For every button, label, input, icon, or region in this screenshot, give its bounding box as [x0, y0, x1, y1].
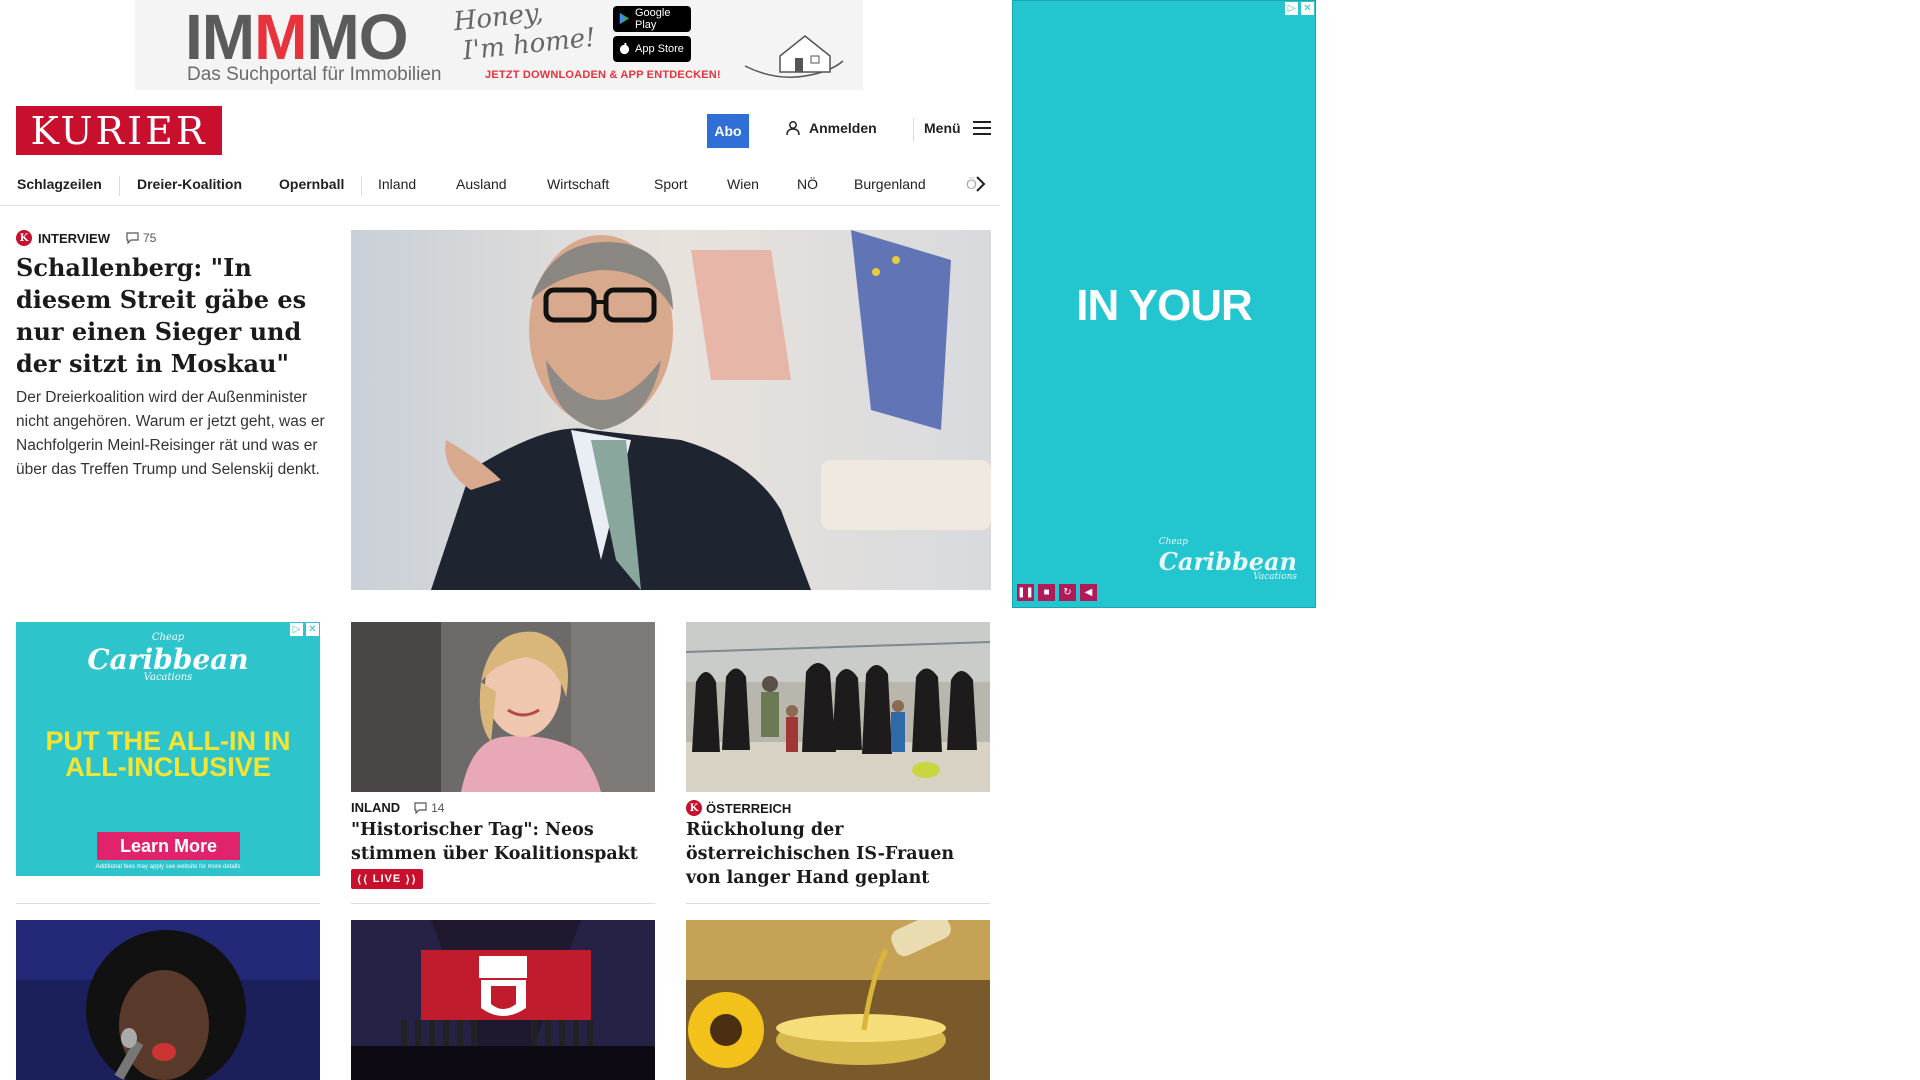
- ad-logo-part: MO: [306, 1, 408, 73]
- nav-item-inland[interactable]: Inland: [378, 166, 416, 206]
- card-image-singer[interactable]: [16, 920, 320, 1080]
- ad-headline-line: ALL-INCLUSIVE: [65, 752, 271, 782]
- pause-icon[interactable]: ❚❚: [1017, 584, 1034, 601]
- portrait-photo: [351, 230, 991, 590]
- card-meta: K ÖSTERREICH: [686, 800, 791, 816]
- abo-button[interactable]: Abo: [707, 114, 749, 148]
- live-badge: ⟨⟨ LIVE ⟩⟩: [351, 869, 423, 889]
- oil-photo: [686, 920, 990, 1080]
- ad-cta[interactable]: JETZT DOWNLOADEN & APP ENTDECKEN!: [485, 69, 721, 81]
- chevron-right-icon[interactable]: [972, 174, 988, 194]
- ad-script-text: Honey, I'm home!: [452, 0, 597, 67]
- nav-item-noe[interactable]: NÖ: [797, 166, 818, 206]
- nav-divider: [361, 176, 362, 196]
- top-banner-ad[interactable]: IMMMO Das Suchportal für Immobilien Hone…: [135, 0, 863, 90]
- hero-image[interactable]: [351, 230, 991, 590]
- ad-brand-sub: Vacations: [143, 672, 193, 683]
- card-image-villach[interactable]: [351, 920, 655, 1080]
- hero-comment-count[interactable]: 75: [126, 231, 156, 245]
- card-comment-count[interactable]: 14: [414, 801, 444, 815]
- learn-more-button[interactable]: Learn More: [97, 832, 240, 860]
- close-icon[interactable]: ✕: [1300, 1, 1315, 16]
- apple-icon: [619, 42, 630, 55]
- nav-item-sport[interactable]: Sport: [654, 166, 687, 206]
- app-store-badge[interactable]: App Store: [613, 36, 691, 62]
- card-divider: [686, 903, 990, 904]
- nav-item-wien[interactable]: Wien: [727, 166, 759, 206]
- section-nav: Schlagzeilen Dreier-Koalition Opernball …: [0, 166, 1000, 206]
- stage-photo: [351, 920, 655, 1080]
- politician-photo: [351, 622, 655, 792]
- side-ad-brand: Cheap Caribbean Vacations: [1159, 537, 1297, 582]
- live-label: LIVE: [372, 873, 402, 885]
- site-header: KURIER Abo Anmelden Menü: [0, 100, 1000, 160]
- card-category[interactable]: ÖSTERREICH: [706, 801, 791, 816]
- hero-meta: K INTERVIEW 75: [16, 230, 156, 246]
- nav-item-schlagzeilen[interactable]: Schlagzeilen: [17, 166, 102, 206]
- singer-photo: [16, 920, 320, 1080]
- ad-headline: PUT THE ALL-IN IN ALL-INCLUSIVE: [16, 726, 320, 782]
- replay-icon[interactable]: ↻: [1059, 584, 1076, 601]
- stop-icon[interactable]: ■: [1038, 584, 1055, 601]
- app-store-label: App Store: [635, 43, 684, 55]
- card-divider: [16, 903, 320, 904]
- ad-brand-top: Cheap: [1158, 537, 1188, 547]
- kurier-plus-badge: K: [16, 230, 32, 246]
- google-play-icon: [619, 12, 630, 25]
- nav-item-dreier-koalition[interactable]: Dreier-Koalition: [137, 166, 242, 206]
- card-category[interactable]: INLAND: [351, 800, 400, 815]
- login-button[interactable]: Anmelden: [785, 120, 877, 136]
- nav-item-ausland[interactable]: Ausland: [456, 166, 507, 206]
- comment-count: 14: [431, 800, 445, 815]
- hand-house-icon: [744, 35, 844, 78]
- side-ad[interactable]: ▷ ✕ IN YOUR Cheap Caribbean Vacations ❚❚…: [1012, 0, 1316, 608]
- nav-item-burgenland[interactable]: Burgenland: [854, 166, 926, 206]
- hero-category[interactable]: INTERVIEW: [38, 231, 110, 246]
- comment-icon: [126, 232, 139, 244]
- user-icon: [786, 121, 800, 136]
- ad-brand-top: Cheap: [151, 632, 185, 643]
- ad-brand: Cheap Caribbean Vacations: [16, 632, 320, 683]
- nav-item-wirtschaft[interactable]: Wirtschaft: [547, 166, 609, 206]
- card-divider: [351, 903, 655, 904]
- card-image-neos[interactable]: [351, 622, 655, 792]
- adchoices-icon[interactable]: ▷: [1284, 1, 1299, 16]
- ad-logo-accent: M: [254, 1, 307, 73]
- camp-photo: [686, 622, 990, 792]
- ad-fineprint: Additional fees may apply see website fo…: [95, 864, 241, 870]
- login-label: Anmelden: [809, 120, 877, 136]
- kurier-plus-badge: K: [686, 800, 702, 816]
- kurier-logo[interactable]: KURIER: [16, 106, 222, 155]
- card-image-is-frauen[interactable]: [686, 622, 990, 792]
- card-meta: INLAND 14: [351, 800, 444, 815]
- side-ad-headline: IN YOUR: [1076, 281, 1253, 330]
- header-divider: [913, 118, 914, 142]
- ad-tagline: Das Suchportal für Immobilien: [187, 64, 442, 85]
- menu-button[interactable]: Menü: [924, 120, 991, 136]
- comment-icon: [414, 801, 427, 814]
- hamburger-icon: [972, 121, 991, 135]
- hero-teaser: Der Dreierkoalition wird der Außenminist…: [16, 389, 325, 478]
- card-image-oil[interactable]: [686, 920, 990, 1080]
- comment-count: 75: [143, 231, 157, 245]
- adchoices[interactable]: ▷ ✕: [1284, 1, 1315, 16]
- volume-icon[interactable]: ◀: [1080, 584, 1097, 601]
- menu-label: Menü: [924, 120, 961, 136]
- ad-logo: IMMMO: [185, 1, 409, 73]
- ad-logo-part: IM: [185, 1, 255, 73]
- card-headline[interactable]: Rückholung der österreichischen IS-Fraue…: [686, 818, 990, 890]
- nav-divider: [119, 176, 120, 196]
- google-play-badge[interactable]: Google Play: [613, 6, 691, 32]
- nav-item-opernball[interactable]: Opernball: [279, 166, 344, 206]
- google-play-label: Google Play: [635, 7, 671, 31]
- hero-headline[interactable]: Schallenberg: "In diesem Streit gäbe es …: [16, 252, 316, 380]
- video-controls: ❚❚ ■ ↻ ◀: [1017, 584, 1097, 601]
- mid-ad[interactable]: ▷ ✕ Cheap Caribbean Vacations PUT THE AL…: [16, 622, 320, 876]
- ad-headline-line: PUT THE ALL-IN IN: [45, 726, 291, 756]
